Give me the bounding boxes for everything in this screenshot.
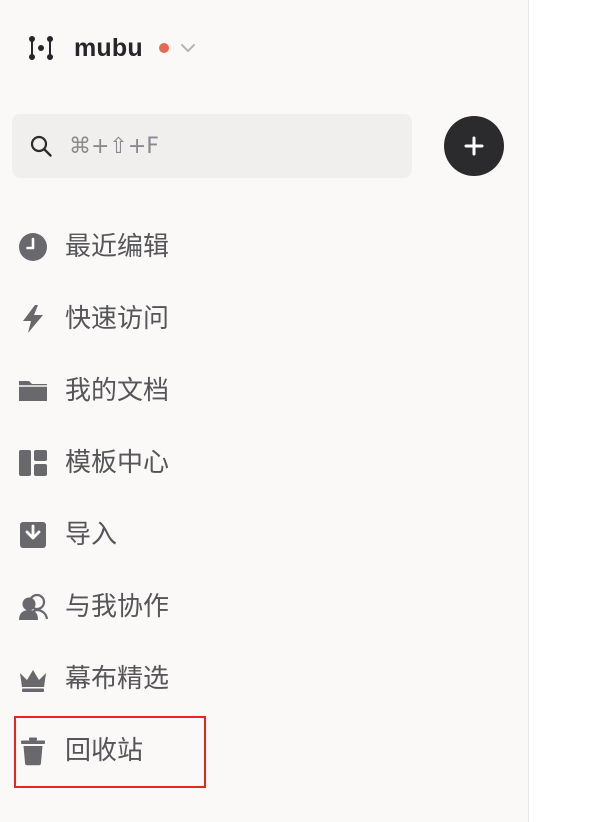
sidebar-item-label: 与我协作 [65,592,170,622]
trash-icon [18,736,48,766]
chevron-down-icon[interactable] [180,40,196,56]
sidebar-item-import[interactable]: 导入 [0,499,528,571]
status-dot [158,43,169,53]
add-button[interactable] [444,116,504,176]
sidebar-item-templates[interactable]: 模板中心 [0,427,528,499]
sidebar-item-my-documents[interactable]: 我的文档 [0,355,528,427]
lightning-icon [18,304,48,334]
clock-icon [18,232,48,262]
mubu-logo-icon [29,36,53,60]
sidebar-item-shared-with-me[interactable]: 与我协作 [0,571,528,643]
sidebar-item-recent[interactable]: 最近编辑 [0,211,528,283]
template-grid-icon [18,448,48,478]
sidebar: mubu ⌘+⇧+F 最近编辑 快速访问 我的文档 模板中心 导入 与我协作 幕… [0,0,529,822]
sidebar-item-label: 我的文档 [65,376,170,406]
search-shortcut-hint: ⌘+⇧+F [69,133,159,159]
brand-name: mubu [74,33,143,62]
search-input[interactable]: ⌘+⇧+F [12,114,412,178]
folder-icon [18,376,48,406]
sidebar-item-label: 导入 [65,520,118,550]
sidebar-item-quick-access[interactable]: 快速访问 [0,283,528,355]
sidebar-item-label: 模板中心 [65,448,170,478]
sidebar-item-label: 快速访问 [65,304,170,334]
workspace-switcher[interactable]: mubu [28,28,196,68]
crown-icon [18,664,48,694]
import-icon [18,520,48,550]
sidebar-item-label: 最近编辑 [65,232,170,262]
sidebar-item-label: 幕布精选 [65,664,170,694]
main-content [529,0,600,822]
sidebar-item-label: 回收站 [65,736,144,766]
sidebar-item-trash[interactable]: 回收站 [0,715,528,787]
plus-icon [464,136,484,156]
collaborators-icon [18,592,48,622]
search-icon [30,135,52,157]
sidebar-item-featured[interactable]: 幕布精选 [0,643,528,715]
